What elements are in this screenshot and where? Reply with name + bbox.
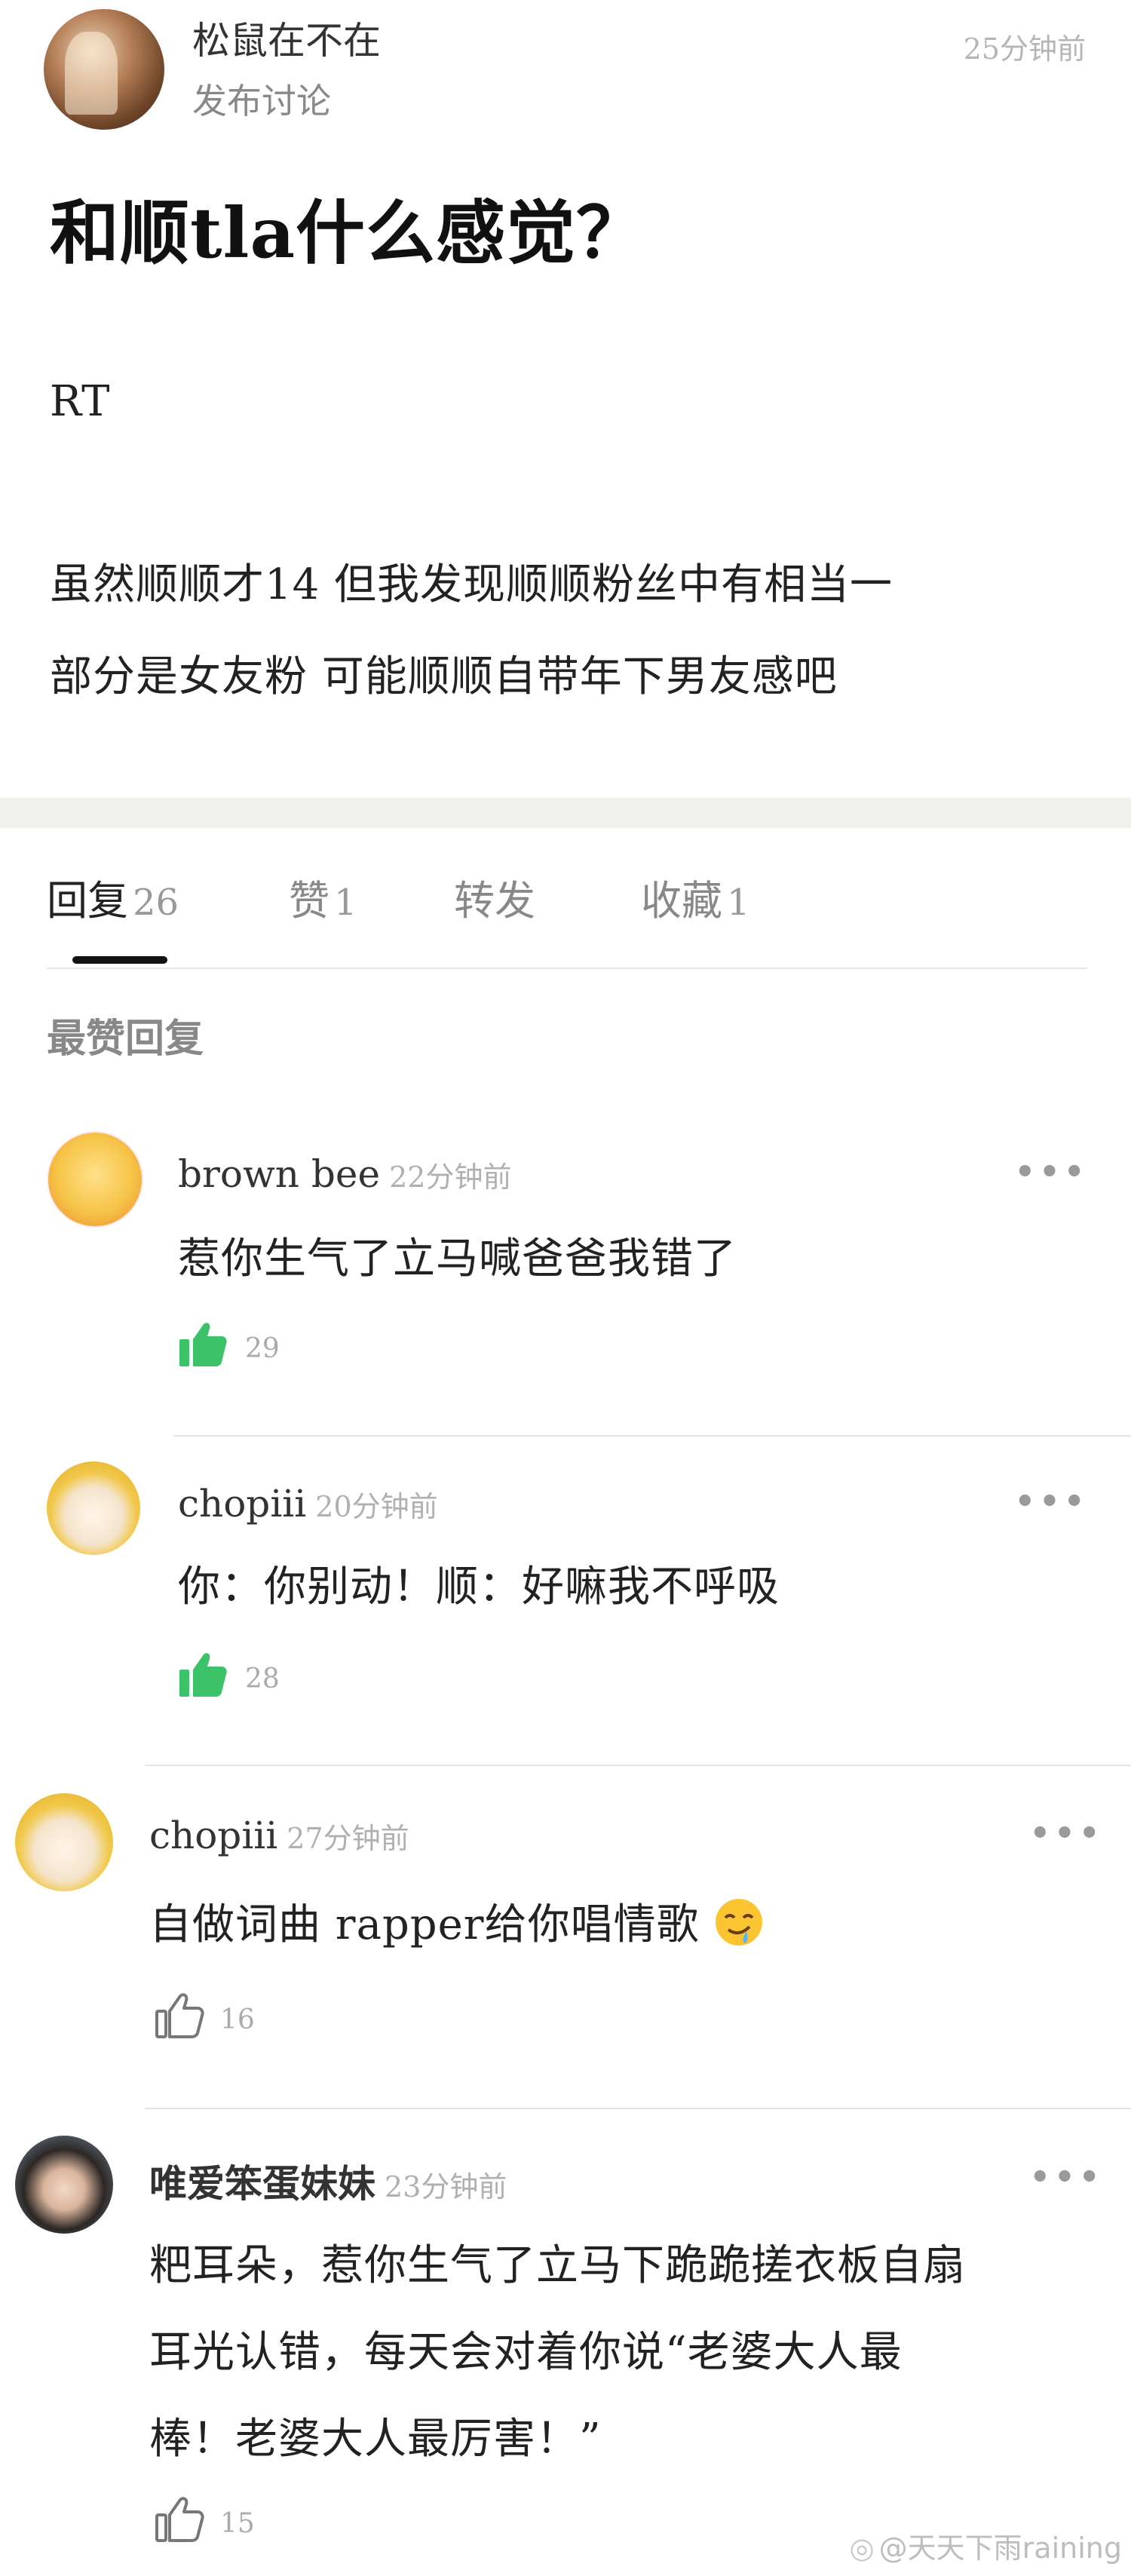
- commenter-name[interactable]: chopiii: [149, 1814, 277, 1857]
- more-options-icon[interactable]: •••: [1028, 1811, 1102, 1857]
- more-options-icon[interactable]: •••: [1028, 2155, 1102, 2200]
- like-button[interactable]: [178, 1320, 228, 1368]
- tab-likes[interactable]: 赞1: [289, 867, 357, 927]
- commenter-name[interactable]: brown bee: [178, 1152, 380, 1196]
- like-count: 16: [220, 2004, 255, 2035]
- comment-header: 唯爱笨蛋妹妹 23分钟前: [149, 2154, 507, 2208]
- comment-text: 粑耳朵，惹你生气了立马下跪跪搓衣板自扇: [149, 2241, 966, 2290]
- comment-time: 22分钟前: [389, 1161, 512, 1194]
- tabs-divider: [47, 968, 1087, 969]
- thumbs-up-filled-icon: [179, 1653, 227, 1697]
- tab-count: 26: [133, 882, 179, 924]
- tab-favorites[interactable]: 收藏 1: [641, 867, 750, 927]
- more-options-icon[interactable]: •••: [1013, 1150, 1087, 1195]
- tab-label: 回复: [47, 877, 128, 925]
- like-count: 28: [245, 1664, 280, 1694]
- like-button[interactable]: [155, 1991, 204, 2039]
- tab-count: 1: [727, 882, 750, 924]
- thumbs-up-filled-icon: [179, 1323, 227, 1366]
- post-body-line: 虽然顺顺才14 但我发现顺顺粉丝中有相当一: [50, 560, 893, 609]
- like-button[interactable]: [178, 1650, 228, 1698]
- post-title: 和顺tla什么感觉？: [50, 192, 647, 274]
- comment-divider: [145, 2108, 1131, 2109]
- commenter-name[interactable]: 唯爱笨蛋妹妹: [149, 2161, 375, 2206]
- tab-label: 收藏: [641, 877, 722, 925]
- weibo-logo-icon: ◎: [849, 2532, 875, 2565]
- chick-avatar[interactable]: [47, 1461, 140, 1555]
- watermark-text: @天天下雨raining: [878, 2532, 1122, 2565]
- author-avatar[interactable]: [44, 9, 164, 130]
- tab-label: 转发: [454, 877, 535, 925]
- comment-text: 耳光认错，每天会对着你说“老婆大人最: [149, 2328, 903, 2377]
- tab-count: 1: [334, 882, 357, 924]
- author-name[interactable]: 松鼠在不在: [192, 11, 381, 65]
- comment-divider: [145, 1765, 1131, 1766]
- chick-avatar[interactable]: [15, 1793, 113, 1891]
- comment-header: chopiii 27分钟前: [149, 1814, 409, 1857]
- commenter-name[interactable]: chopiii: [178, 1482, 306, 1526]
- tab-reposts[interactable]: 转发: [454, 867, 535, 927]
- post-action-label: 发布讨论: [192, 81, 331, 121]
- comment-time: 23分钟前: [385, 2170, 507, 2203]
- like-count: 15: [220, 2508, 255, 2539]
- like-button[interactable]: [155, 2495, 204, 2543]
- like-count: 29: [245, 1333, 280, 1364]
- section-divider: [0, 798, 1131, 828]
- post-body-line: RT: [50, 377, 111, 426]
- comment-text: 棒！老婆大人最厉害！”: [149, 2415, 602, 2464]
- tab-label: 赞: [289, 877, 329, 925]
- tab-replies[interactable]: 回复 26: [47, 867, 179, 927]
- section-title: 最赞回复: [47, 1016, 204, 1062]
- more-options-icon[interactable]: •••: [1013, 1480, 1087, 1525]
- comment-time: 27分钟前: [287, 1822, 409, 1855]
- comment-text-content: 自做词曲 rapper给你唱情歌: [149, 1900, 700, 1949]
- thumbs-up-outline-icon: [155, 1993, 204, 2038]
- comment-header: chopiii 20分钟前: [178, 1482, 438, 1526]
- comment-time: 20分钟前: [315, 1490, 438, 1523]
- comment-text: 自做词曲 rapper给你唱情歌: [149, 1897, 765, 1952]
- active-tab-indicator: [72, 956, 167, 964]
- post-body-line: 部分是女友粉 可能顺顺自带年下男友感吧: [50, 652, 838, 701]
- pleading-emoji-avatar[interactable]: [47, 1131, 143, 1228]
- drooling-face-emoji-icon: [716, 1899, 763, 1946]
- person-avatar[interactable]: [15, 2136, 113, 2234]
- watermark: ◎ @天天下雨raining: [850, 2525, 1123, 2566]
- comment-text: 你：你别动！顺：好嘛我不呼吸: [178, 1562, 780, 1612]
- comment-divider: [173, 1435, 1131, 1437]
- post-timestamp: 25分钟前: [963, 32, 1086, 66]
- comment-header: brown bee 22分钟前: [178, 1152, 511, 1196]
- thumbs-up-outline-icon: [155, 2497, 204, 2542]
- comment-text: 惹你生气了立马喊爸爸我错了: [178, 1234, 737, 1283]
